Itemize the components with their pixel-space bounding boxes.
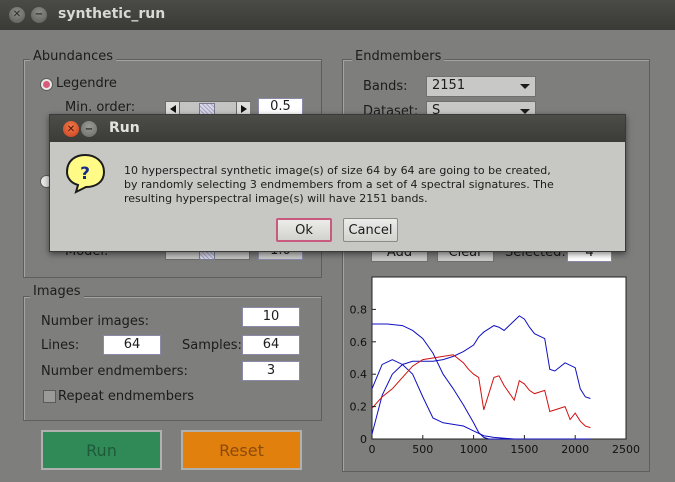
reset-button[interactable]: Reset — [181, 430, 302, 470]
x-tick-label: 2000 — [561, 443, 589, 456]
lines-label: Lines: — [41, 338, 80, 353]
minimize-icon[interactable]: − — [31, 7, 47, 23]
repeat-endmembers-label: Repeat endmembers — [58, 389, 195, 404]
y-tick-label: 0.8 — [350, 303, 368, 316]
y-tick-label: 0.2 — [350, 401, 368, 414]
y-tick-label: 0.4 — [350, 368, 368, 381]
bands-select-value: 2151 — [432, 78, 466, 93]
dialog-titlebar: ✕ − Run — [50, 115, 625, 142]
lines-field[interactable]: 64 — [103, 335, 161, 355]
close-icon[interactable]: ✕ — [9, 7, 25, 23]
dialog-minimize-icon[interactable]: − — [81, 121, 97, 137]
x-tick-label: 500 — [412, 443, 433, 456]
min-order-label: Min. order: — [65, 100, 136, 115]
question-icon: ? — [65, 153, 106, 194]
number-endmembers-label: Number endmembers: — [41, 364, 188, 379]
run-dialog: ✕ − Run ? 10 hyperspectral synthetic ima… — [49, 114, 626, 252]
bands-select[interactable]: 2151 — [426, 76, 536, 97]
repeat-endmembers-checkbox[interactable] — [43, 390, 56, 403]
samples-label: Samples: — [182, 338, 242, 353]
y-tick-label: 0 — [360, 433, 367, 446]
x-tick-label: 1500 — [510, 443, 538, 456]
bands-label: Bands: — [363, 79, 408, 94]
ok-button[interactable]: Ok — [276, 218, 332, 242]
number-images-field[interactable]: 10 — [242, 307, 300, 327]
images-legend: Images — [30, 284, 84, 299]
plot-area — [371, 276, 627, 440]
run-button[interactable]: Run — [41, 430, 162, 470]
window-titlebar: ✕ − synthetic_run — [0, 0, 675, 30]
chevron-down-icon — [520, 84, 530, 89]
endmembers-legend: Endmembers — [352, 49, 445, 64]
spectra-chart: 0 500 1000 1500 2000 2500 0 0.2 0.4 0.6 0.8 — [350, 276, 640, 456]
x-tick-label: 1000 — [460, 443, 488, 456]
cancel-button[interactable]: Cancel — [343, 218, 398, 242]
dialog-close-icon[interactable]: ✕ — [63, 121, 79, 137]
number-images-label: Number images: — [41, 314, 149, 329]
x-tick-label: 2500 — [612, 443, 640, 456]
legendre-radio[interactable] — [40, 78, 53, 91]
y-tick-label: 0.6 — [350, 336, 368, 349]
samples-field[interactable]: 64 — [242, 335, 300, 355]
svg-text:?: ? — [80, 164, 90, 184]
number-endmembers-field[interactable]: 3 — [242, 361, 300, 381]
abundances-legend: Abundances — [30, 49, 116, 64]
dialog-title: Run — [109, 120, 140, 136]
x-tick-label: 0 — [369, 443, 376, 456]
window-title: synthetic_run — [58, 6, 166, 22]
dialog-message: 10 hyperspectral synthetic image(s) of s… — [124, 164, 554, 205]
legendre-label: Legendre — [56, 76, 117, 91]
